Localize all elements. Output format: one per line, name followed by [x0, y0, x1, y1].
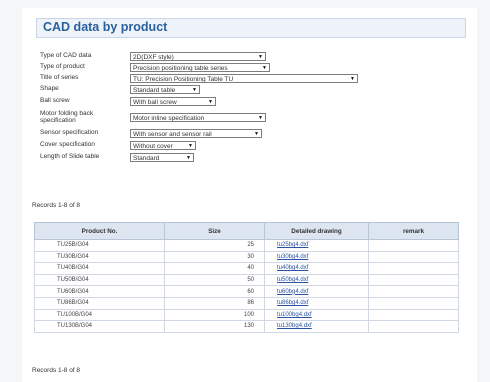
product-no-cell: TU60B/G04 — [34, 285, 165, 298]
chevron-down-icon: ▼ — [258, 115, 263, 121]
chevron-down-icon: ▼ — [258, 54, 263, 60]
records-count-bottom: Records 1-8 of 8 — [32, 367, 81, 374]
column-header-size[interactable]: Size — [164, 222, 265, 240]
product-type-label: Type of product — [40, 63, 85, 70]
drawing-link[interactable]: tu130bg4.dxf — [264, 320, 369, 333]
ball-screw-label: Ball screw — [40, 97, 70, 104]
product-no-cell: TU25B/G04 — [34, 239, 165, 252]
product-table: Product No. Size Detailed drawing remark… — [34, 222, 459, 333]
motor-folding-select[interactable]: Motor inline specification ▼ — [130, 113, 266, 122]
size-cell: 130 — [164, 320, 265, 333]
remark-cell — [368, 273, 459, 287]
remark-cell — [368, 320, 459, 333]
product-no-cell: TU130B/G04 — [34, 320, 165, 333]
table-row: TU25B/G04 25 tu25bg4.dxf — [34, 239, 459, 252]
product-type-value: Precision positioning table series — [133, 65, 228, 72]
chevron-down-icon: ▼ — [192, 87, 197, 93]
sensor-value: With sensor and sensor rail — [133, 131, 212, 138]
table-row: TU130B/G04 130 tu130bg4.dxf — [34, 320, 459, 333]
shape-label: Shape — [40, 85, 59, 92]
ball-screw-select[interactable]: With ball screw ▼ — [130, 97, 216, 106]
page-title: CAD data by product — [43, 20, 168, 34]
table-row: TU40B/G04 40 tu40bg4.dxf — [34, 262, 459, 275]
column-header-product-no[interactable]: Product No. — [34, 222, 165, 240]
size-cell: 30 — [164, 250, 265, 264]
product-no-cell: TU86B/G04 — [34, 296, 165, 310]
sensor-label: Sensor specification — [40, 129, 99, 136]
product-no-cell: TU30B/G04 — [34, 250, 165, 264]
product-no-cell: TU100B/G04 — [34, 308, 165, 322]
cover-select[interactable]: Without cover ▼ — [130, 141, 196, 150]
column-header-remark[interactable]: remark — [368, 222, 459, 240]
drawing-link[interactable]: tu40bg4.dxf — [264, 262, 369, 275]
drawing-link[interactable]: tu86bg4.dxf — [264, 296, 369, 310]
motor-folding-label: Motor folding back specification — [40, 110, 94, 124]
chevron-down-icon: ▼ — [254, 131, 259, 137]
remark-cell — [368, 296, 459, 310]
table-row: TU50B/G04 50 tu50bg4.dxf — [34, 273, 459, 287]
remark-cell — [368, 308, 459, 322]
size-cell: 100 — [164, 308, 265, 322]
remark-cell — [368, 285, 459, 298]
product-no-cell: TU50B/G04 — [34, 273, 165, 287]
product-type-select[interactable]: Precision positioning table series ▼ — [130, 63, 270, 72]
table-row: TU100B/G04 100 tu100bg4.dxf — [34, 308, 459, 322]
chevron-down-icon: ▼ — [188, 143, 193, 149]
series-select[interactable]: TU: Precision Positioning Table TU ▼ — [130, 74, 358, 83]
column-header-drawing[interactable]: Detailed drawing — [264, 222, 369, 240]
drawing-link[interactable]: tu30bg4.dxf — [264, 250, 369, 264]
table-row: TU86B/G04 86 tu86bg4.dxf — [34, 296, 459, 310]
remark-cell — [368, 262, 459, 275]
size-cell: 40 — [164, 262, 265, 275]
slide-length-select[interactable]: Standard ▼ — [130, 153, 194, 162]
shape-value: Standard table — [133, 87, 176, 94]
motor-folding-value: Motor inline specification — [133, 115, 205, 122]
remark-cell — [368, 250, 459, 264]
chevron-down-icon: ▼ — [350, 76, 355, 82]
series-value: TU: Precision Positioning Table TU — [133, 76, 234, 83]
cad-data-page: CAD data by product Type of CAD data 2D(… — [22, 8, 477, 382]
records-count-top: Records 1-8 of 8 — [32, 202, 81, 209]
shape-select[interactable]: Standard table ▼ — [130, 85, 200, 94]
product-no-cell: TU40B/G04 — [34, 262, 165, 275]
chevron-down-icon: ▼ — [186, 155, 191, 161]
series-label: Title of series — [40, 74, 79, 81]
size-cell: 60 — [164, 285, 265, 298]
size-cell: 25 — [164, 239, 265, 252]
table-header-row: Product No. Size Detailed drawing remark — [34, 222, 459, 240]
slide-length-value: Standard — [133, 155, 160, 162]
table-row: TU30B/G04 30 tu30bg4.dxf — [34, 250, 459, 264]
ball-screw-value: With ball screw — [133, 99, 177, 106]
cover-label: Cover specification — [40, 141, 95, 148]
cover-value: Without cover — [133, 143, 173, 150]
remark-cell — [368, 239, 459, 252]
cad-type-select[interactable]: 2D(DXF style) ▼ — [130, 52, 266, 61]
drawing-link[interactable]: tu60bg4.dxf — [264, 285, 369, 298]
cad-type-value: 2D(DXF style) — [133, 54, 174, 61]
chevron-down-icon: ▼ — [208, 99, 213, 105]
size-cell: 86 — [164, 296, 265, 310]
drawing-link[interactable]: tu50bg4.dxf — [264, 273, 369, 287]
size-cell: 50 — [164, 273, 265, 287]
drawing-link[interactable]: tu25bg4.dxf — [264, 239, 369, 252]
cad-type-label: Type of CAD data — [40, 52, 92, 59]
title-bar: CAD data by product — [36, 18, 466, 38]
chevron-down-icon: ▼ — [262, 65, 267, 71]
slide-length-label: Length of Slide table — [40, 153, 100, 160]
drawing-link[interactable]: tu100bg4.dxf — [264, 308, 369, 322]
sensor-select[interactable]: With sensor and sensor rail ▼ — [130, 129, 262, 138]
table-row: TU60B/G04 60 tu60bg4.dxf — [34, 285, 459, 298]
